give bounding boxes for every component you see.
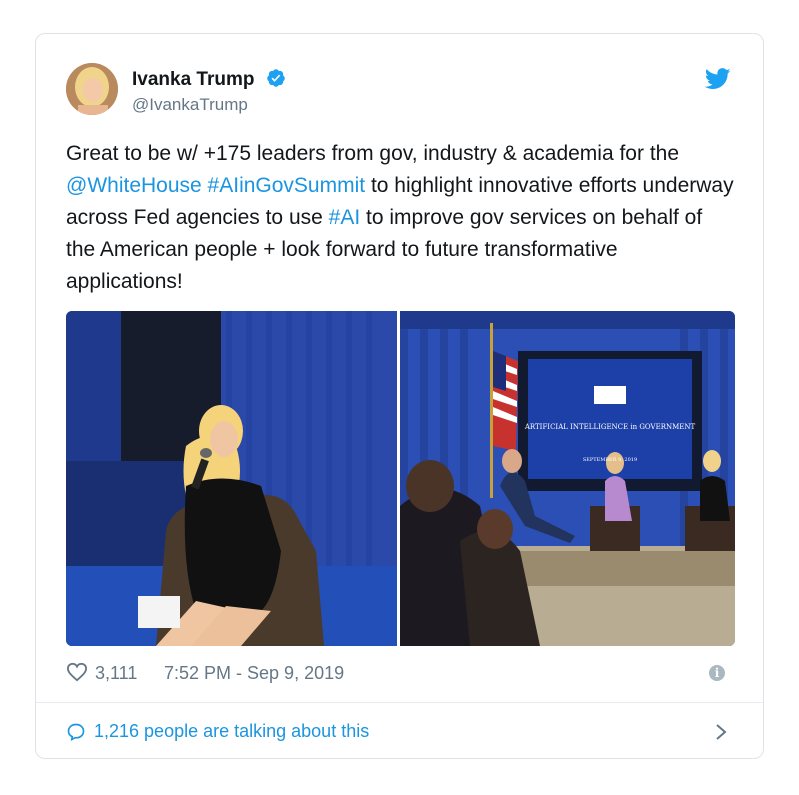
tweet-link[interactable]: #AI [329, 206, 361, 229]
verified-icon [267, 69, 285, 87]
tweet-text: Great to be w/ +175 leaders from gov, in… [66, 138, 736, 298]
talking-text[interactable]: 1,216 people are talking about this [94, 721, 369, 742]
talking-link[interactable]: 1,216 people are talking about this [66, 718, 733, 748]
tweet-text-segment: Great to be w/ +175 leaders from gov, in… [66, 142, 680, 165]
screen-title: ARTIFICIAL INTELLIGENCE in GOVERNMENT [524, 423, 696, 431]
avatar[interactable] [66, 63, 118, 115]
like-count[interactable]: 3,111 [95, 663, 137, 684]
tweet-header: Ivanka Trump @IvankaTrump [66, 63, 733, 119]
photo-speaker[interactable] [66, 311, 397, 646]
author-handle[interactable]: @IvankaTrump [132, 95, 248, 115]
author-name[interactable]: Ivanka Trump [132, 68, 286, 91]
tweet-link[interactable]: @WhiteHouse [66, 174, 202, 197]
author-name-text[interactable]: Ivanka Trump [132, 69, 255, 90]
twitter-bird-icon[interactable] [705, 68, 731, 90]
divider [36, 702, 763, 703]
chevron-right-icon[interactable] [715, 723, 727, 741]
timestamp[interactable]: 7:52 PM - Sep 9, 2019 [164, 663, 344, 684]
photo-stage[interactable]: ARTIFICIAL INTELLIGENCE in GOVERNMENT SEP… [400, 311, 735, 646]
heart-icon[interactable] [66, 662, 88, 682]
tweet-media[interactable]: ARTIFICIAL INTELLIGENCE in GOVERNMENT SEP… [66, 311, 735, 646]
tweet-card: Ivanka Trump @IvankaTrump Great to be w/… [35, 33, 764, 759]
screen-date: SEPTEMBER 9, 2019 [583, 457, 637, 463]
tweet-link[interactable]: #AIinGovSummit [208, 174, 366, 197]
comment-bubble-icon [67, 723, 85, 742]
tweet-meta: 3,111 7:52 PM - Sep 9, 2019 i [66, 660, 733, 686]
info-icon[interactable]: i [709, 665, 725, 681]
